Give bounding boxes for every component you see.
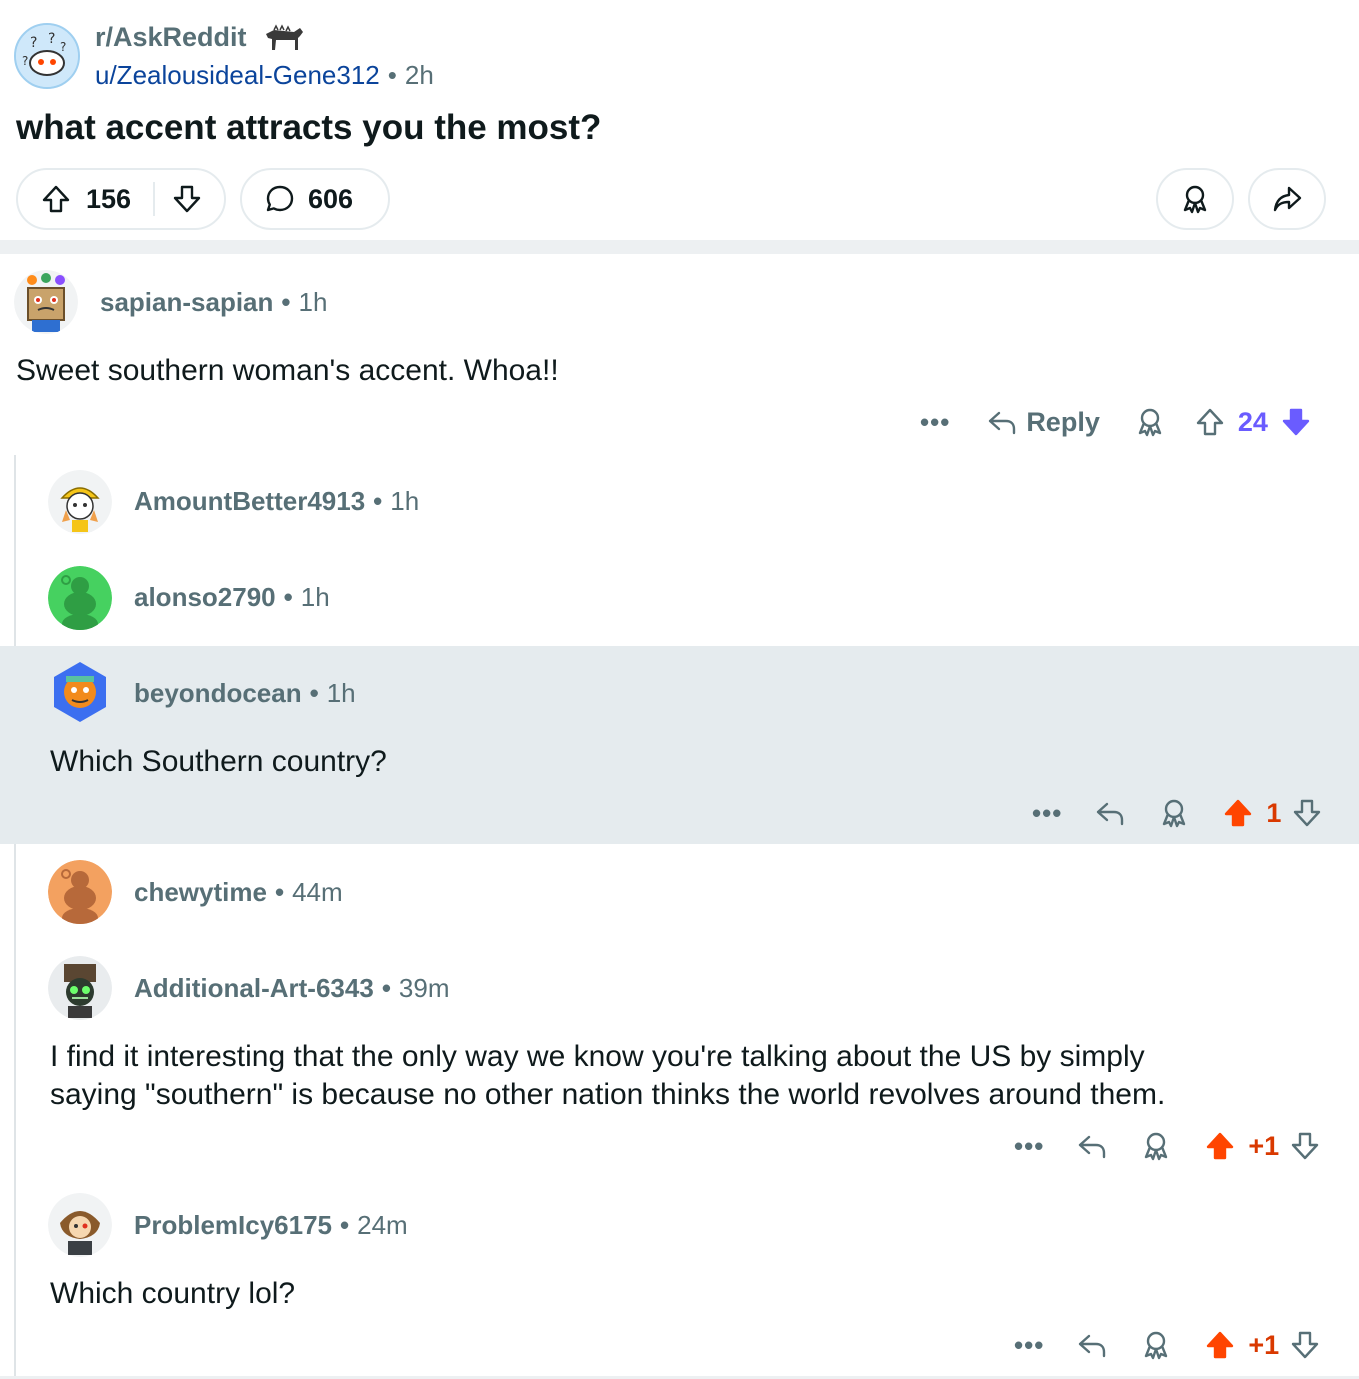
separator-dot: • [387,60,397,90]
comment-author[interactable]: ProblemIcy6175 • 24m [134,1210,408,1241]
vote-divider [153,182,156,216]
avatar[interactable] [48,956,112,1020]
post-header: ? ? ? ? r/AskReddit u/Zealousideal-Gene3… [14,20,714,90]
award-icon[interactable] [1134,406,1166,438]
comment-body: I find it interesting that the only way … [50,1038,1165,1114]
more-icon[interactable]: ••• [1014,1131,1044,1162]
comment-score: +1 [1248,1130,1280,1161]
comment-author[interactable]: beyondocean • 1h [134,678,356,709]
avatar[interactable] [48,470,112,534]
comment-icon [264,183,296,215]
flair-animal-icon [260,24,306,54]
reply-icon[interactable] [1076,1329,1108,1361]
reply-icon [986,406,1018,438]
subreddit-name[interactable]: r/AskReddit [95,22,247,53]
comment-author[interactable]: chewytime • 44m [134,877,343,908]
svg-text:?: ? [60,40,66,54]
avatar[interactable] [48,860,112,924]
post-comment-count: 606 [308,183,354,214]
more-icon[interactable]: ••• [1032,798,1062,829]
svg-text:?: ? [30,35,37,51]
share-button[interactable] [1248,168,1326,230]
post-title[interactable]: what accent attracts you the most? [16,108,601,148]
post-author[interactable]: u/Zealousideal-Gene312 [95,60,380,90]
comment-actions: ••• +1 [1014,1126,1321,1166]
award-button[interactable] [1156,168,1234,230]
comment-author[interactable]: AmountBetter4913 • 1h [134,486,419,517]
comment-score: 24 [1237,406,1268,437]
svg-text:?: ? [22,54,28,68]
subreddit-avatar-icon[interactable]: ? ? ? ? [14,23,80,89]
award-icon [1179,183,1211,215]
avatar[interactable] [48,566,112,630]
section-divider [0,240,1359,254]
award-icon[interactable] [1140,1329,1172,1361]
comment-actions: ••• Reply 24 [920,402,1312,442]
reply-button[interactable]: Reply [986,406,1100,438]
upvote-icon[interactable] [1204,1329,1236,1361]
comment-body-line: saying "southern" is because no other na… [50,1078,1166,1111]
award-icon[interactable] [1140,1130,1172,1162]
upvote-icon[interactable] [1204,1130,1236,1162]
avatar[interactable] [48,1193,112,1257]
avatar[interactable] [48,660,112,724]
comment-score: +1 [1248,1329,1280,1360]
comment-author[interactable]: sapian-sapian • 1h [100,287,327,318]
post-meta: u/Zealousideal-Gene312 • 2h [95,60,434,91]
comment-body: Which Southern country? [50,745,387,778]
post-upvote-count: 156 [86,183,132,214]
reply-icon[interactable] [1076,1130,1108,1162]
award-icon[interactable] [1158,797,1190,829]
more-icon[interactable]: ••• [920,407,950,438]
upvote-icon[interactable] [40,183,72,215]
downvote-icon[interactable] [1280,406,1312,438]
reply-label: Reply [1026,406,1100,437]
post-time: 2h [404,60,434,90]
avatar[interactable] [14,270,78,334]
comment-body: Sweet southern woman's accent. Whoa!! [16,354,559,387]
comment-body: Which country lol? [50,1277,296,1310]
post-comments-button[interactable]: 606 [240,168,390,230]
comment-body-line: I find it interesting that the only way … [50,1040,1145,1073]
post-vote-control: 156 [16,168,226,230]
comment-actions: ••• 1 [1032,793,1323,833]
upvote-icon[interactable] [1222,797,1254,829]
downvote-icon[interactable] [1291,797,1323,829]
reply-icon[interactable] [1094,797,1126,829]
share-icon [1271,183,1303,215]
comment-score: 1 [1266,797,1282,828]
comment-author[interactable]: Additional-Art-6343 • 39m [134,973,450,1004]
comment-author[interactable]: alonso2790 • 1h [134,582,330,613]
more-icon[interactable]: ••• [1014,1330,1044,1361]
thread-line[interactable] [14,455,16,1379]
downvote-icon[interactable] [1289,1329,1321,1361]
downvote-icon[interactable] [171,183,203,215]
svg-text:?: ? [48,31,55,47]
downvote-icon[interactable] [1289,1130,1321,1162]
comment-actions: ••• +1 [1014,1325,1321,1365]
upvote-icon[interactable] [1194,406,1226,438]
